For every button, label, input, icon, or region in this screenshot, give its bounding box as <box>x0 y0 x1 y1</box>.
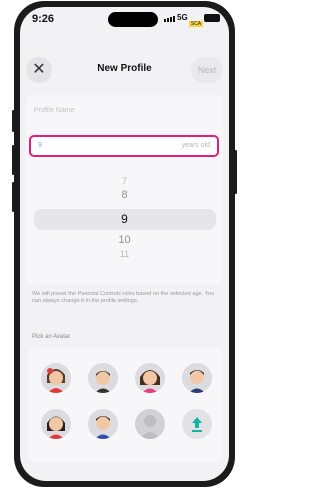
avatar-section-label: Pick an Avatar <box>32 334 71 340</box>
upload-icon <box>182 409 212 439</box>
picker-option[interactable]: 7 <box>20 176 229 186</box>
side-button <box>234 150 237 194</box>
age-value: 9 <box>38 142 42 149</box>
header: ✕ New Profile Next <box>20 55 229 85</box>
hint-text: We will preset the Parental Controls rul… <box>32 291 215 304</box>
avatar-boy-short-hair[interactable] <box>88 363 118 393</box>
picker-option[interactable]: 8 <box>20 189 229 201</box>
status-time: 9:26 <box>32 13 55 25</box>
avatar-boy-blue-shirt[interactable] <box>182 363 212 393</box>
side-button <box>12 145 15 175</box>
network-label: 5G <box>177 13 188 22</box>
avatar-girl-pink-top[interactable] <box>135 363 165 393</box>
dynamic-island <box>108 12 158 27</box>
picker-option[interactable]: 11 <box>20 249 229 259</box>
picker-option-selected[interactable]: 9 <box>20 212 229 226</box>
status-bar: 9:26 5G SCA <box>20 7 229 31</box>
battery-icon <box>204 14 220 22</box>
next-button[interactable]: Next <box>191 57 223 83</box>
age-field[interactable]: 9 years old <box>29 135 219 157</box>
network-badge: SCA <box>189 21 203 27</box>
side-button <box>12 182 15 212</box>
picker-option[interactable]: 10 <box>20 234 229 246</box>
avatar-girl-bob[interactable] <box>41 409 71 439</box>
screen: 9:26 5G SCA ✕ New Profile Next Profile N… <box>20 7 229 481</box>
signal-icon <box>164 16 175 22</box>
avatar-girl-red-bow[interactable] <box>41 363 71 393</box>
age-unit: years old <box>181 142 210 149</box>
side-button <box>12 110 15 132</box>
profile-name-field[interactable]: Profile Name <box>34 107 74 114</box>
upload-avatar-button[interactable] <box>182 409 212 439</box>
avatar-placeholder-silhouette[interactable] <box>135 409 165 439</box>
avatar-boy-blue-shirt-2[interactable] <box>88 409 118 439</box>
